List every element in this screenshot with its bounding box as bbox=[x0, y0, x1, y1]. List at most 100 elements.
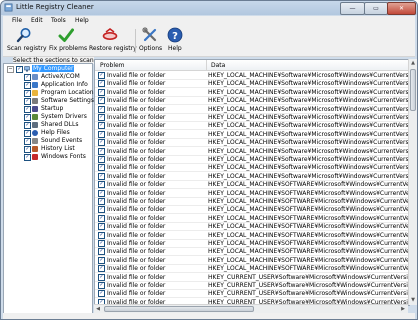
row-checkbox[interactable]: ✓ bbox=[98, 206, 105, 214]
problem-cell: Invalid file or folder bbox=[107, 256, 166, 264]
data-cell: HKEY_LOCAL_MACHINE¥Software¥Microsoft¥Wi… bbox=[208, 88, 410, 96]
tools-icon bbox=[142, 27, 157, 42]
problem-cell: Invalid file or folder bbox=[107, 290, 166, 298]
tree-checkbox[interactable]: ✓ bbox=[24, 138, 31, 145]
speaker-icon bbox=[32, 138, 38, 144]
horizontal-scrollbar[interactable]: ◀ ▶ bbox=[94, 304, 408, 313]
row-checkbox[interactable]: ✓ bbox=[98, 189, 105, 197]
row-checkbox[interactable]: ✓ bbox=[98, 198, 105, 205]
tree-checkbox[interactable]: ✓ bbox=[24, 130, 31, 137]
minimize-button[interactable]: — bbox=[340, 2, 365, 15]
data-cell: HKEY_LOCAL_MACHINE¥Software¥Microsoft¥Wi… bbox=[208, 80, 410, 88]
restore-registry-button[interactable]: Restore registry bbox=[87, 26, 137, 56]
close-button[interactable]: ✕ bbox=[387, 2, 416, 15]
svg-text:?: ? bbox=[172, 31, 178, 42]
dll-icon bbox=[32, 122, 38, 128]
scroll-down-arrow[interactable]: ▼ bbox=[409, 296, 417, 304]
problem-cell: Invalid file or folder bbox=[107, 248, 166, 256]
maximize-button[interactable]: ▭ bbox=[364, 2, 388, 15]
tree-checkbox[interactable]: ✓ bbox=[24, 106, 31, 113]
row-checkbox[interactable]: ✓ bbox=[98, 139, 105, 147]
data-cell: HKEY_LOCAL_MACHINE¥Software¥Microsoft¥Wi… bbox=[208, 72, 410, 79]
magnifier-icon bbox=[16, 28, 31, 43]
problem-cell: Invalid file or folder bbox=[107, 265, 166, 273]
tree-checkbox[interactable]: ✓ bbox=[24, 114, 31, 121]
tree-root-my-computer[interactable]: − ✓ My Computer bbox=[4, 65, 90, 73]
fix-problems-label: Fix problems bbox=[49, 45, 88, 52]
row-checkbox[interactable]: ✓ bbox=[98, 265, 105, 273]
row-checkbox[interactable]: ✓ bbox=[98, 114, 105, 121]
tree-item-label: Software Settings bbox=[41, 97, 94, 104]
data-cell: HKEY_LOCAL_MACHINE¥SOFTWARE¥Microsoft¥Wi… bbox=[208, 265, 410, 273]
row-checkbox[interactable]: ✓ bbox=[98, 248, 105, 256]
fix-problems-button[interactable]: Fix problems bbox=[46, 26, 88, 56]
column-divider[interactable] bbox=[206, 60, 207, 70]
options-label: Options bbox=[139, 45, 163, 52]
row-checkbox[interactable]: ✓ bbox=[98, 273, 105, 281]
row-checkbox[interactable]: ✓ bbox=[98, 282, 105, 289]
row-checkbox[interactable]: ✓ bbox=[98, 72, 105, 79]
row-checkbox[interactable]: ✓ bbox=[98, 156, 105, 163]
application-icon bbox=[32, 82, 38, 88]
startup-icon bbox=[32, 106, 38, 112]
vertical-scrollbar[interactable]: ▲ ▼ bbox=[408, 59, 417, 305]
problem-cell: Invalid file or folder bbox=[107, 130, 166, 138]
tree-checkbox[interactable]: ✓ bbox=[24, 98, 31, 105]
row-checkbox[interactable]: ✓ bbox=[98, 80, 105, 88]
collapse-icon[interactable]: − bbox=[7, 66, 14, 73]
data-cell: HKEY_LOCAL_MACHINE¥Software¥Microsoft¥Wi… bbox=[208, 114, 410, 121]
menu-file[interactable]: File bbox=[12, 17, 22, 24]
row-checkbox[interactable]: ✓ bbox=[98, 223, 105, 231]
tree-checkbox[interactable]: ✓ bbox=[24, 90, 31, 97]
row-checkbox[interactable]: ✓ bbox=[98, 256, 105, 264]
history-icon bbox=[32, 146, 38, 152]
tree-checkbox[interactable]: ✓ bbox=[24, 122, 31, 129]
problem-cell: Invalid file or folder bbox=[107, 88, 166, 96]
toolbar: Scan registry Fix problems Restore regis… bbox=[3, 26, 415, 57]
scroll-left-arrow[interactable]: ◀ bbox=[94, 305, 102, 313]
title-bar[interactable]: Little Registry Cleaner — ▭ ✕ bbox=[1, 1, 417, 15]
data-cell: HKEY_LOCAL_MACHINE¥Software¥Microsoft¥Wi… bbox=[208, 122, 410, 130]
problem-cell: Invalid file or folder bbox=[107, 114, 166, 121]
tree-checkbox[interactable]: ✓ bbox=[24, 82, 31, 89]
horizontal-scroll-thumb[interactable] bbox=[104, 306, 254, 312]
row-checkbox[interactable]: ✓ bbox=[98, 172, 105, 180]
column-header-data[interactable]: Data bbox=[211, 62, 225, 69]
tree-checkbox[interactable]: ✓ bbox=[24, 154, 31, 161]
row-checkbox[interactable]: ✓ bbox=[98, 105, 105, 113]
font-icon bbox=[32, 154, 38, 160]
row-checkbox[interactable]: ✓ bbox=[98, 147, 105, 155]
row-checkbox[interactable]: ✓ bbox=[98, 214, 105, 222]
tree-checkbox[interactable]: ✓ bbox=[24, 146, 31, 153]
data-cell: HKEY_LOCAL_MACHINE¥SOFTWARE¥Microsoft¥Wi… bbox=[208, 240, 410, 247]
tree-item-label: Program Locations bbox=[41, 89, 97, 96]
row-checkbox[interactable]: ✓ bbox=[98, 181, 105, 189]
column-header-problem[interactable]: Problem bbox=[100, 62, 125, 69]
tree-checkbox[interactable]: ✓ bbox=[24, 74, 31, 81]
row-checkbox[interactable]: ✓ bbox=[98, 88, 105, 96]
row-checkbox[interactable]: ✓ bbox=[98, 290, 105, 298]
scan-registry-button[interactable]: Scan registry bbox=[3, 26, 47, 56]
tree-item-label: Help Files bbox=[41, 129, 70, 136]
row-checkbox[interactable]: ✓ bbox=[98, 164, 105, 172]
tree-item-label: Sound Events bbox=[41, 137, 83, 144]
problem-cell: Invalid file or folder bbox=[107, 72, 166, 79]
menu-help[interactable]: Help bbox=[75, 17, 89, 24]
problem-cell: Invalid file or folder bbox=[107, 214, 166, 222]
computer-icon bbox=[24, 66, 30, 72]
row-checkbox[interactable]: ✓ bbox=[98, 97, 105, 105]
row-checkbox[interactable]: ✓ bbox=[98, 231, 105, 239]
row-checkbox[interactable]: ✓ bbox=[98, 122, 105, 130]
tree-item-label: ActiveX/COM bbox=[41, 73, 80, 80]
row-checkbox[interactable]: ✓ bbox=[98, 130, 105, 138]
menu-edit[interactable]: Edit bbox=[31, 17, 43, 24]
scroll-up-arrow[interactable]: ▲ bbox=[409, 59, 417, 67]
vertical-scroll-thumb[interactable] bbox=[410, 69, 416, 111]
row-checkbox[interactable]: ✓ bbox=[98, 240, 105, 247]
help-button[interactable]: ? Help bbox=[164, 26, 186, 56]
scroll-right-arrow[interactable]: ▶ bbox=[399, 305, 407, 313]
tree-checkbox[interactable]: ✓ bbox=[16, 66, 23, 73]
menu-tools[interactable]: Tools bbox=[51, 17, 66, 24]
driver-icon bbox=[32, 114, 38, 120]
options-button[interactable]: Options bbox=[137, 26, 163, 56]
